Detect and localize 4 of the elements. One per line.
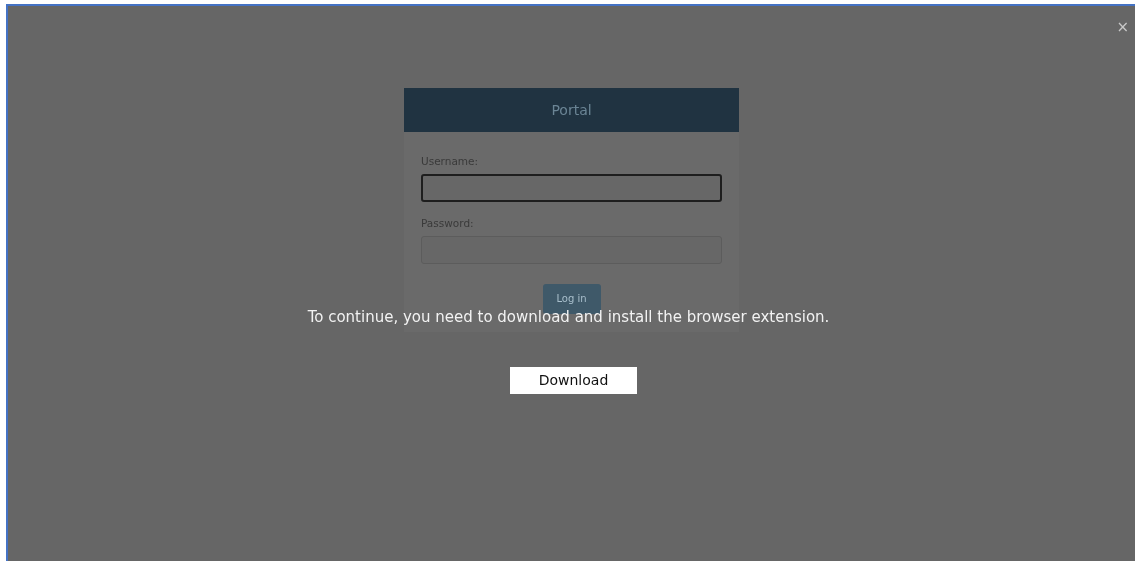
username-field[interactable] — [421, 173, 722, 202]
portal-title: Portal — [551, 100, 592, 120]
download-button[interactable]: Download — [510, 367, 637, 394]
close-button[interactable]: × — [1116, 20, 1129, 35]
